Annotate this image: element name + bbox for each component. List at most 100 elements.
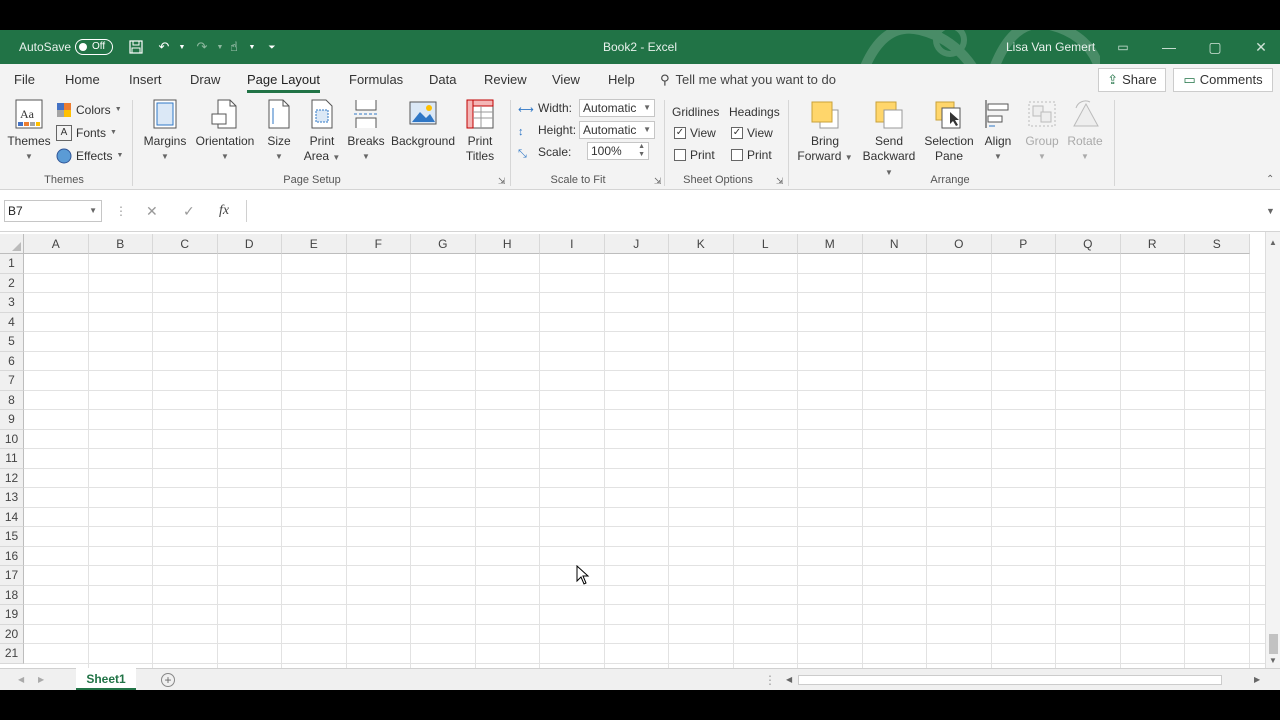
scroll-left-icon[interactable]: ◀ [786,672,792,688]
column-header[interactable]: I [540,234,605,254]
background-button[interactable]: Background [390,98,456,149]
scale-stepper[interactable]: 100% ▲ ▼ [587,142,649,160]
tab-view[interactable]: View [552,64,580,96]
tab-file[interactable]: File [14,64,35,96]
minimize-icon[interactable]: — [1146,30,1192,64]
row-header[interactable]: 21 [0,644,24,664]
cells-area[interactable] [24,254,1265,668]
tab-help[interactable]: Help [608,64,635,96]
column-header[interactable]: B [88,234,153,254]
column-header[interactable]: L [733,234,798,254]
scroll-right-icon[interactable]: ▶ [1254,672,1260,688]
column-header[interactable]: P [991,234,1056,254]
column-header[interactable]: O [927,234,992,254]
sheet-tab-sheet1[interactable]: Sheet1 [76,668,136,690]
row-header[interactable]: 12 [0,468,24,488]
column-header[interactable]: R [1120,234,1185,254]
cancel-icon[interactable]: ✕ [146,200,158,222]
tab-formulas[interactable]: Formulas [349,64,403,96]
row-header[interactable]: 8 [0,390,24,410]
name-box[interactable]: B7 ▼ [4,200,102,222]
next-sheet-icon[interactable]: ▶ [38,669,44,691]
selection-pane-button[interactable]: Selection Pane [924,98,974,164]
tab-split-grip-icon[interactable]: ⋮ [764,669,776,691]
column-header[interactable]: G [411,234,476,254]
row-header[interactable]: 11 [0,449,24,469]
column-header[interactable]: M [798,234,863,254]
row-header[interactable]: 10 [0,429,24,449]
row-header[interactable]: 20 [0,624,24,644]
expand-formula-bar-icon[interactable]: ▼ [1266,200,1275,222]
breaks-button[interactable]: Breaks ▼ [346,98,386,164]
row-header[interactable]: 14 [0,507,24,527]
tab-page-layout[interactable]: Page Layout [247,64,321,96]
align-button[interactable]: Align ▼ [978,98,1018,164]
restore-icon[interactable]: ▢ [1192,30,1238,64]
print-titles-button[interactable]: Print Titles [460,98,500,164]
column-header[interactable]: J [604,234,669,254]
column-header[interactable]: N [862,234,927,254]
share-button[interactable]: ⇪ Share [1098,68,1166,92]
page-setup-launcher-icon[interactable]: ⇲ [498,176,506,187]
row-header[interactable]: 1 [0,254,24,274]
horizontal-scroll-thumb[interactable] [798,675,1222,685]
row-header[interactable]: 18 [0,585,24,605]
tab-draw[interactable]: Draw [190,64,220,96]
width-select[interactable]: Automatic ▼ [579,99,655,117]
size-button[interactable]: Size ▼ [262,98,296,164]
column-header[interactable]: A [24,234,89,254]
column-header[interactable]: F [346,234,411,254]
select-all-button[interactable] [0,234,24,254]
new-sheet-icon[interactable]: + [161,673,175,687]
vertical-scroll-thumb[interactable] [1269,634,1278,654]
formula-bar-grip-icon[interactable]: ⋮ [115,200,127,222]
colors-button[interactable]: Colors ▼ [56,100,122,120]
tab-insert[interactable]: Insert [129,64,162,96]
tab-review[interactable]: Review [484,64,527,96]
tab-home[interactable]: Home [65,64,100,96]
row-header[interactable]: 6 [0,351,24,371]
scale-to-fit-launcher-icon[interactable]: ⇲ [654,176,662,187]
gridlines-print-checkbox[interactable]: Print [674,145,715,165]
horizontal-scrollbar[interactable]: ◀ ▶ [782,672,1266,688]
headings-view-checkbox[interactable]: ✓ View [731,123,773,143]
tell-me-search[interactable]: ⚲ Tell me what you want to do [660,64,836,96]
ribbon-display-options-icon[interactable]: ▭ [1100,30,1146,64]
previous-sheet-icon[interactable]: ◀ [18,669,24,691]
row-header[interactable]: 7 [0,371,24,391]
row-header[interactable]: 13 [0,488,24,508]
send-backward-button[interactable]: Send Backward ▼ [858,98,920,180]
height-select[interactable]: Automatic ▼ [579,121,655,139]
bring-forward-button[interactable]: Bring Forward ▼ [796,98,854,165]
column-header[interactable]: C [153,234,218,254]
column-header[interactable]: K [669,234,734,254]
row-header[interactable]: 19 [0,605,24,625]
margins-button[interactable]: Margins ▼ [142,98,188,164]
row-header[interactable]: 17 [0,566,24,586]
themes-button[interactable]: Aa Themes ▼ [6,98,52,164]
row-header[interactable]: 9 [0,410,24,430]
user-name[interactable]: Lisa Van Gemert [1006,30,1095,64]
row-header[interactable]: 16 [0,546,24,566]
worksheet-grid[interactable]: ▲ ▼ A B C D E F G H I J K L M N O P Q R S 1 2 3 4 5 6 7 8 9 10 11 12 13… [0,232,1280,668]
group-button[interactable]: Group ▼ [1022,98,1062,164]
rotate-button[interactable]: Rotate ▼ [1064,98,1106,164]
column-header[interactable]: D [217,234,282,254]
column-header[interactable]: E [282,234,347,254]
row-header[interactable]: 5 [0,332,24,352]
scroll-down-icon[interactable]: ▼ [1269,656,1277,665]
column-header[interactable]: H [475,234,540,254]
headings-print-checkbox[interactable]: Print [731,145,772,165]
print-area-button[interactable]: Print Area ▼ [302,98,342,165]
formula-input[interactable] [246,200,1266,222]
fonts-button[interactable]: A Fonts ▼ [56,123,117,143]
column-header[interactable]: S [1185,234,1250,254]
gridlines-view-checkbox[interactable]: ✓ View [674,123,716,143]
row-header[interactable]: 2 [0,273,24,293]
comments-button[interactable]: ▭ Comments [1173,68,1273,92]
tab-data[interactable]: Data [429,64,456,96]
enter-icon[interactable]: ✓ [183,200,195,222]
column-header[interactable]: Q [1056,234,1121,254]
row-header[interactable]: 15 [0,527,24,547]
row-header[interactable]: 4 [0,312,24,332]
